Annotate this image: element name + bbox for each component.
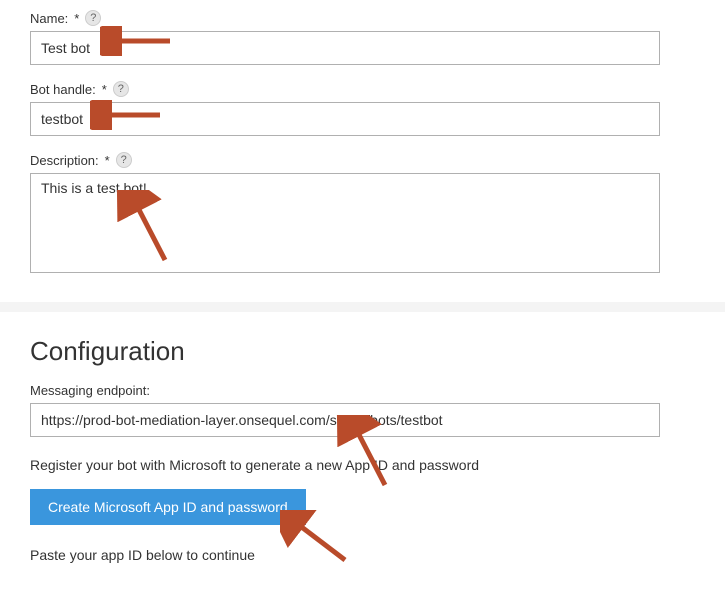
description-label-row: Description: * ? — [30, 152, 695, 168]
paste-id-text: Paste your app ID below to continue — [30, 547, 695, 563]
endpoint-field-block: Messaging endpoint: — [30, 383, 695, 437]
name-field-block: Name: * ? — [30, 10, 695, 65]
name-label: Name: — [30, 11, 68, 26]
required-asterisk: * — [102, 82, 107, 97]
name-label-row: Name: * ? — [30, 10, 695, 26]
description-field-block: Description: * ? — [30, 152, 695, 276]
help-description-icon[interactable]: ? — [116, 152, 132, 168]
help-handle-icon[interactable]: ? — [113, 81, 129, 97]
handle-input[interactable] — [30, 102, 660, 136]
configuration-heading: Configuration — [30, 336, 695, 367]
required-asterisk: * — [105, 153, 110, 168]
handle-label-row: Bot handle: * ? — [30, 81, 695, 97]
handle-label: Bot handle: — [30, 82, 96, 97]
create-app-id-button[interactable]: Create Microsoft App ID and password — [30, 489, 306, 525]
required-asterisk: * — [74, 11, 79, 26]
handle-field-block: Bot handle: * ? — [30, 81, 695, 136]
endpoint-label: Messaging endpoint: — [30, 383, 695, 398]
description-textarea[interactable] — [30, 173, 660, 273]
help-name-icon[interactable]: ? — [85, 10, 101, 26]
endpoint-input[interactable] — [30, 403, 660, 437]
register-info-text: Register your bot with Microsoft to gene… — [30, 457, 695, 473]
description-label: Description: — [30, 153, 99, 168]
name-input[interactable] — [30, 31, 660, 65]
